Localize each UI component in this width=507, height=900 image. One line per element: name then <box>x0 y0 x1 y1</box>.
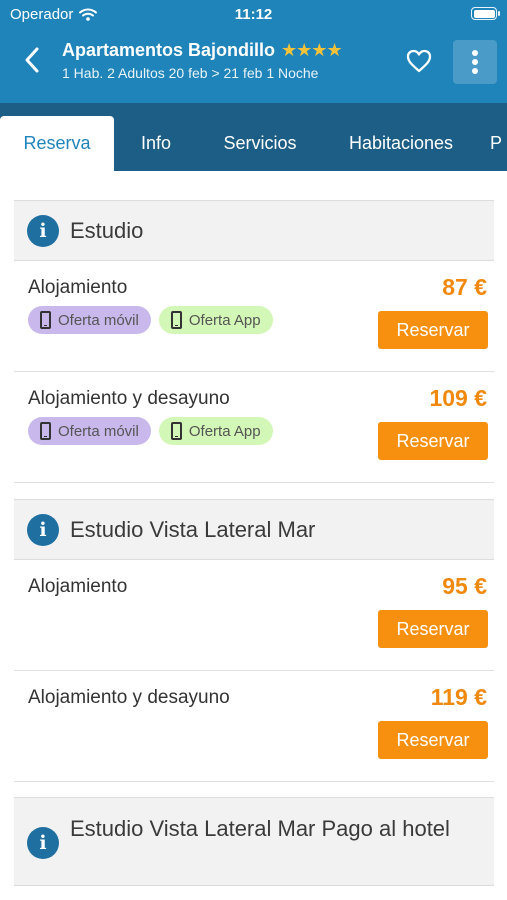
rate-price: 87 € <box>442 274 487 300</box>
reserve-button[interactable]: Reservar <box>378 721 488 759</box>
chevron-left-icon <box>25 47 39 73</box>
phone-icon <box>40 311 51 329</box>
more-vertical-icon <box>472 50 478 74</box>
tab-bar: Reserva Info Servicios Habitaciones P <box>0 103 507 171</box>
offer-badges: Oferta móvil Oferta App <box>28 306 273 334</box>
favorite-button[interactable] <box>403 46 435 76</box>
back-button[interactable] <box>14 40 50 80</box>
badge-oferta-app: Oferta App <box>158 306 273 334</box>
room-name: Estudio <box>70 217 144 243</box>
battery-icon <box>471 7 500 20</box>
rate-row: Alojamiento 95 € Reservar <box>14 560 494 671</box>
booking-summary: 1 Hab. 2 Adultos 20 feb > 21 feb 1 Noche <box>62 65 319 81</box>
tab-info[interactable]: Info <box>118 116 194 171</box>
badge-label: Oferta App <box>188 422 261 440</box>
info-icon[interactable]: i <box>27 827 59 859</box>
phone-icon <box>40 422 51 440</box>
reserve-button[interactable]: Reservar <box>378 422 488 460</box>
room-name: Estudio Vista Lateral Mar <box>70 516 316 542</box>
room-header: i Estudio Vista Lateral Mar <box>14 499 494 560</box>
heart-icon <box>406 49 432 73</box>
hotel-title-block: Apartamentos Bajondillo ★★★★ 1 Hab. 2 Ad… <box>62 40 392 81</box>
tab-partial[interactable]: P <box>490 116 507 171</box>
rate-row: Alojamiento 87 € Oferta móvil Oferta App… <box>14 261 494 372</box>
rate-name: Alojamiento <box>28 576 128 597</box>
hotel-name: Apartamentos Bajondillo <box>62 40 276 60</box>
status-time: 11:12 <box>234 6 273 23</box>
reserve-button[interactable]: Reservar <box>378 311 488 349</box>
tab-reserva[interactable]: Reserva <box>0 116 114 171</box>
info-icon[interactable]: i <box>27 513 59 546</box>
more-options-button[interactable] <box>453 40 497 84</box>
phone-icon <box>170 422 182 440</box>
room-header: i Estudio <box>14 200 494 261</box>
room-header: i Estudio Vista Lateral Mar Pago al hote… <box>14 797 494 886</box>
rate-name: Alojamiento <box>28 277 128 298</box>
tab-habitaciones[interactable]: Habitaciones <box>328 116 474 171</box>
info-icon[interactable]: i <box>27 214 59 247</box>
badge-label: Oferta App <box>188 311 261 329</box>
badge-label: Oferta móvil <box>58 311 139 329</box>
rate-row: Alojamiento y desayuno 109 € Oferta móvi… <box>14 372 494 483</box>
hotel-stars: ★★★★ <box>281 40 343 60</box>
rate-price: 109 € <box>429 385 487 411</box>
rate-row: Alojamiento y desayuno 119 € Reservar <box>14 671 494 782</box>
rate-name: Alojamiento y desayuno <box>28 388 230 409</box>
rate-price: 95 € <box>442 573 487 599</box>
badge-oferta-app: Oferta App <box>158 417 273 445</box>
tab-servicios[interactable]: Servicios <box>204 116 316 171</box>
status-bar: Operador 11:12 <box>0 0 507 28</box>
reserve-button[interactable]: Reservar <box>378 610 488 648</box>
badge-oferta-movil: Oferta móvil <box>28 417 151 445</box>
badge-label: Oferta móvil <box>58 422 139 440</box>
navigation-bar: Apartamentos Bajondillo ★★★★ 1 Hab. 2 Ad… <box>0 30 507 100</box>
room-name: Estudio Vista Lateral Mar Pago al hotel <box>70 816 450 841</box>
offer-badges: Oferta móvil Oferta App <box>28 417 273 445</box>
rate-price: 119 € <box>430 684 487 710</box>
phone-icon <box>170 311 182 329</box>
badge-oferta-movil: Oferta móvil <box>28 306 151 334</box>
rate-name: Alojamiento y desayuno <box>28 687 230 708</box>
